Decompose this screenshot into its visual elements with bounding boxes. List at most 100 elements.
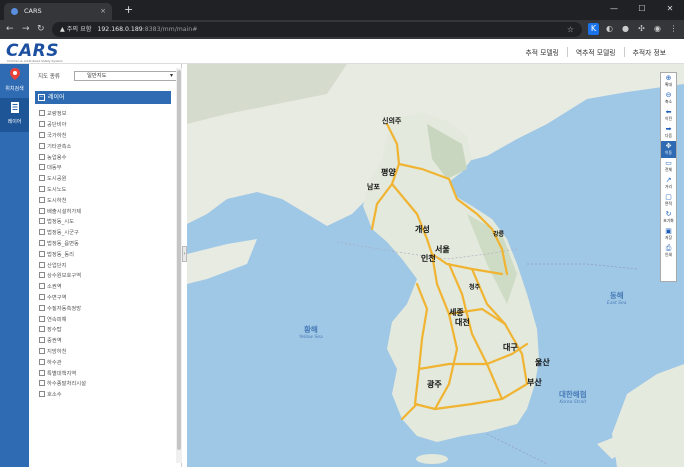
layer-item[interactable]: 도시공원 — [39, 173, 169, 184]
layer-item[interactable]: 상수원보호구역 — [39, 270, 169, 281]
maximize-button[interactable]: ☐ — [628, 0, 656, 20]
layer-item[interactable]: 특별대책지역 — [39, 367, 169, 378]
layer-checkbox[interactable] — [39, 239, 45, 246]
collapse-icon[interactable]: − — [38, 94, 45, 101]
tool-print[interactable]: ⎙ 인쇄 — [661, 243, 676, 260]
close-window-button[interactable]: ✕ — [656, 0, 684, 20]
layer-item[interactable]: 법정동_동리 — [39, 248, 169, 259]
layer-checkbox[interactable] — [39, 175, 45, 182]
map-type-select[interactable]: 일반지도 — [74, 71, 177, 81]
layer-item[interactable]: 산업단지 — [39, 259, 169, 270]
extension-icon[interactable]: K — [588, 23, 599, 35]
layer-checkbox[interactable] — [39, 164, 45, 171]
layer-checkbox[interactable] — [39, 153, 45, 160]
area-icon: ▢ — [665, 193, 672, 201]
tool-area[interactable]: ▢ 면적 — [661, 192, 676, 209]
extension-icon[interactable]: ● — [620, 23, 631, 35]
layer-checkbox[interactable] — [39, 229, 45, 236]
layer-item[interactable]: 장수탑 — [39, 324, 169, 335]
tool-arrow-left[interactable]: ⬅ 이전 — [661, 107, 676, 124]
layer-checkbox[interactable] — [39, 293, 45, 300]
tool-full-extent[interactable]: ▭ 전체 — [661, 158, 676, 175]
map-view[interactable]: 신의주 평양 남포 개성 서울 인천 세종 대전 대구 울산 광주 부산 청주 … — [187, 64, 684, 467]
profile-icon[interactable]: ◉ — [652, 23, 663, 35]
security-warning[interactable]: ▲ 주의 요함 — [60, 26, 91, 33]
layer-item[interactable]: 하수종말처리시설 — [39, 378, 169, 389]
tool-move[interactable]: ✥ 이동 — [661, 141, 676, 158]
menu-tracker-info[interactable]: 추적자 정보 — [623, 47, 674, 57]
url-input[interactable]: ▲ 주의 요함 192.168.0.189:8383/mm/main# ☆ — [52, 22, 582, 37]
layer-header[interactable]: − 레이어 — [35, 91, 171, 104]
layer-checkbox[interactable] — [39, 196, 45, 203]
layer-item[interactable]: 대동부 — [39, 162, 169, 173]
panel-scrollbar[interactable] — [176, 68, 182, 463]
layer-item[interactable]: 기타관측소 — [39, 140, 169, 151]
layer-checkbox[interactable] — [39, 142, 45, 149]
tool-zoom-out[interactable]: ⊖ 축소 — [661, 90, 676, 107]
back-button[interactable]: ← — [6, 22, 14, 36]
menu-tracking-modeling[interactable]: 추적 모델링 — [517, 47, 566, 57]
layer-checkbox[interactable] — [39, 358, 45, 365]
extension-icon[interactable]: ◐ — [604, 23, 615, 35]
layer-checkbox[interactable] — [39, 131, 45, 138]
layer-item[interactable]: 중권역 — [39, 335, 169, 346]
layer-item[interactable]: 국가하천 — [39, 130, 169, 141]
reload-button[interactable]: ↻ — [37, 22, 45, 36]
scrollbar-thumb[interactable] — [177, 70, 181, 450]
minimize-button[interactable]: — — [600, 0, 628, 20]
layer-item[interactable]: 법정동_읍면동 — [39, 238, 169, 249]
layer-checkbox[interactable] — [39, 337, 45, 344]
top-menu: 추적 모델링 역추적 모델링 추적자 정보 — [517, 47, 674, 57]
layer-checkbox[interactable] — [39, 304, 45, 311]
layer-label: 하수종말처리시설 — [47, 381, 86, 388]
forward-button[interactable]: → — [22, 22, 30, 36]
layer-checkbox[interactable] — [39, 185, 45, 192]
new-tab-button[interactable]: + — [124, 3, 133, 17]
layer-item[interactable]: 호소수 — [39, 389, 169, 400]
layer-checkbox[interactable] — [39, 347, 45, 354]
layer-checkbox[interactable] — [39, 121, 45, 128]
layer-checkbox[interactable] — [39, 250, 45, 257]
rail-layers[interactable]: 레이어 — [0, 98, 29, 132]
layer-item[interactable]: 소권역 — [39, 281, 169, 292]
layer-item[interactable]: 농업용수 — [39, 151, 169, 162]
tab-close-icon[interactable]: × — [100, 3, 106, 20]
layer-checkbox[interactable] — [39, 369, 45, 376]
tool-distance[interactable]: ↗ 거리 — [661, 175, 676, 192]
menu-reverse-tracking[interactable]: 역추적 모델링 — [566, 47, 624, 57]
layer-item[interactable]: 도시노도 — [39, 184, 169, 195]
more-menu-icon[interactable]: ⋮ — [668, 23, 679, 35]
layer-checkbox[interactable] — [39, 326, 45, 333]
layer-item[interactable]: 하수관 — [39, 356, 169, 367]
tool-label: 전체 — [665, 167, 672, 172]
layer-item[interactable]: 배출시설허가제 — [39, 205, 169, 216]
layer-checkbox[interactable] — [39, 391, 45, 398]
tool-save[interactable]: ▣ 저장 — [661, 226, 676, 243]
layer-item[interactable]: 교량정보 — [39, 108, 169, 119]
layer-item[interactable]: 법정동_시도 — [39, 216, 169, 227]
layer-checkbox[interactable] — [39, 315, 45, 322]
browser-tab[interactable]: CARS × — [4, 3, 112, 20]
layer-checkbox[interactable] — [39, 380, 45, 387]
layer-item[interactable]: 공단비아 — [39, 119, 169, 130]
layer-checkbox[interactable] — [39, 207, 45, 214]
layer-label: 도시노도 — [47, 186, 67, 193]
layer-item[interactable]: 도시하천 — [39, 194, 169, 205]
layer-item[interactable]: 수변구역 — [39, 292, 169, 303]
layer-checkbox[interactable] — [39, 110, 45, 117]
layer-checkbox[interactable] — [39, 261, 45, 268]
layer-item[interactable]: 수질자동측정망 — [39, 302, 169, 313]
layer-item[interactable]: 연속피해 — [39, 313, 169, 324]
bookmark-star-icon[interactable]: ☆ — [567, 22, 574, 37]
layer-item[interactable]: 지방하천 — [39, 346, 169, 357]
tool-reset[interactable]: ↻ 초기화 — [661, 209, 676, 226]
tool-arrow-right[interactable]: ➡ 다음 — [661, 124, 676, 141]
layer-item[interactable]: 법정동_시군구 — [39, 227, 169, 238]
rail-location-search[interactable]: 위치검색 — [0, 64, 29, 98]
layer-checkbox[interactable] — [39, 272, 45, 279]
layer-checkbox[interactable] — [39, 218, 45, 225]
tool-zoom-in[interactable]: ⊕ 확대 — [661, 73, 676, 90]
layer-checkbox[interactable] — [39, 283, 45, 290]
logo[interactable]: CARS — [6, 41, 59, 61]
puzzle-icon[interactable]: ✣ — [636, 23, 647, 35]
